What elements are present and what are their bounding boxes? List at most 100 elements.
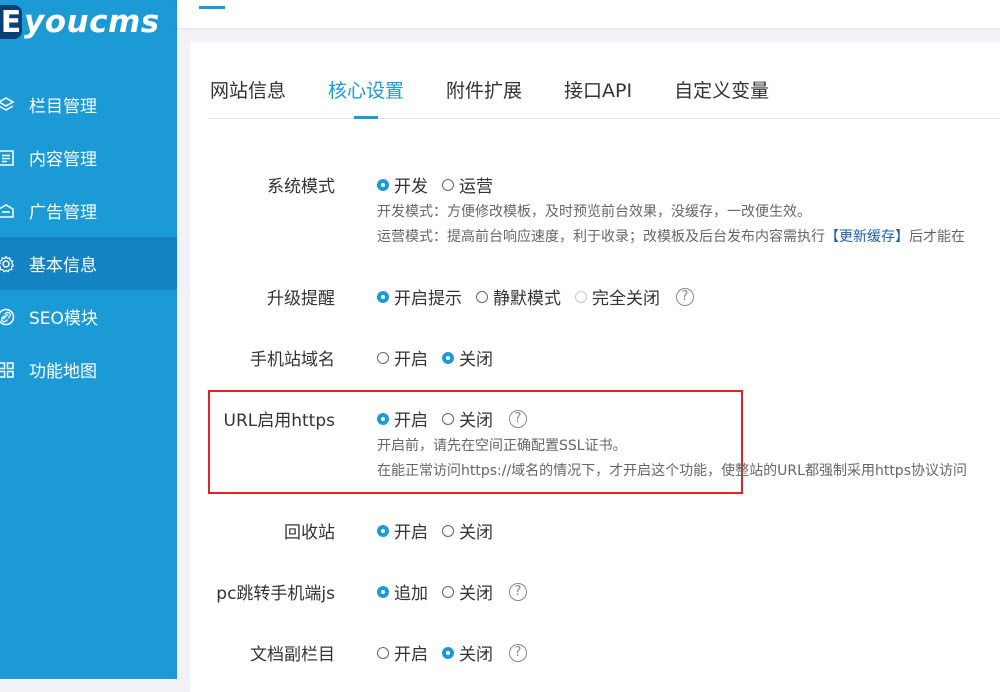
radio-unchecked[interactable] — [377, 646, 389, 659]
option-label: 开启提示 — [394, 289, 462, 309]
menu-toggle-icon[interactable] — [199, 6, 225, 9]
sidebar-item-label: 功能地图 — [29, 362, 97, 382]
settings-tabs: 网站信息 核心设置 附件扩展 接口API 自定义变量 — [208, 76, 1000, 119]
tab-core-settings[interactable]: 核心设置 — [326, 76, 406, 119]
system-mode-dev-option[interactable]: 开发 — [377, 172, 428, 197]
radio-unchecked[interactable] — [442, 178, 454, 191]
option-label: 关闭 — [459, 584, 493, 604]
setting-label: pc跳转手机端js — [216, 584, 335, 604]
url-https-on-option[interactable]: 开启 — [377, 406, 428, 431]
radio-checked[interactable] — [377, 178, 389, 191]
url-https-off-option[interactable]: 关闭 — [442, 406, 493, 431]
system-mode-hint-ops: 运营模式：提高前台响应速度，利于收录；改模板及后台发布内容需执行【更新缓存】后才… — [377, 226, 965, 246]
update-cache-link[interactable]: 【更新缓存】 — [825, 229, 909, 245]
upgrade-notice-prompt-option[interactable]: 开启提示 — [377, 284, 462, 309]
logo-text: youcms — [24, 4, 160, 40]
sidebar-item-content[interactable]: 内容管理 — [0, 131, 177, 184]
help-icon[interactable]: ? — [509, 643, 527, 662]
system-mode-hint-dev: 开发模式：方便修改模板，及时预览前台效果，没缓存，一改便生效。 — [377, 204, 811, 220]
hint-text: 运营模式：提高前台响应速度，利于收录；改模板及后台发布内容需执行 — [377, 229, 825, 245]
option-label: 完全关闭 — [592, 289, 660, 309]
option-label: 关闭 — [459, 523, 493, 543]
option-label: 开启 — [394, 645, 428, 665]
pc-redirect-off-option[interactable]: 关闭 — [442, 579, 493, 604]
sidebar-item-columns[interactable]: 栏目管理 — [0, 78, 177, 131]
radio-unchecked[interactable] — [442, 412, 454, 425]
upgrade-notice-off-option: 完全关闭 — [575, 284, 660, 309]
hint-text: 后才能在 — [909, 229, 965, 245]
option-label: 运营 — [459, 177, 493, 197]
system-mode-ops-option[interactable]: 运营 — [442, 172, 493, 197]
radio-checked[interactable] — [442, 351, 454, 364]
setting-label: 回收站 — [284, 523, 335, 543]
upgrade-notice-radio-group: 开启提示 静默模式 完全关闭 ? — [377, 284, 694, 309]
radio-checked[interactable] — [377, 290, 389, 303]
sidebar-item-seo[interactable]: SEO模块 — [0, 290, 177, 343]
option-label: 关闭 — [459, 411, 493, 431]
sidebar: E youcms 栏目管理 内容管理 广告管理 基本信息 SEO模块 功能地图 — [0, 0, 177, 679]
url-https-hint-ssl: 开启前，请先在空间正确配置SSL证书。 — [377, 438, 627, 454]
sidebar-item-basic-info[interactable]: 基本信息 — [0, 237, 177, 290]
mobile-domain-on-option[interactable]: 开启 — [377, 345, 428, 370]
layers-icon — [0, 95, 16, 115]
url-https-radio-group: 开启 关闭 ? — [377, 406, 527, 431]
radio-unchecked[interactable] — [442, 524, 454, 537]
url-https-hint-domain: 在能正常访问https://域名的情况下，才开启这个功能，使整站的URL都强制采… — [377, 463, 967, 479]
sidebar-item-label: 基本信息 — [29, 256, 97, 276]
radio-disabled — [575, 290, 587, 303]
doc-sub-column-off-option[interactable]: 关闭 — [442, 640, 493, 665]
option-label: 开启 — [394, 523, 428, 543]
grid-icon — [0, 360, 16, 380]
option-label: 静默模式 — [493, 289, 561, 309]
sidebar-item-label: 广告管理 — [29, 203, 97, 223]
recycle-bin-radio-group: 开启 关闭 — [377, 518, 507, 543]
pc-redirect-append-option[interactable]: 追加 — [377, 579, 428, 604]
tab-api[interactable]: 接口API — [562, 76, 634, 118]
radio-unchecked[interactable] — [377, 351, 389, 364]
option-label: 关闭 — [459, 350, 493, 370]
help-icon[interactable]: ? — [509, 582, 527, 601]
setting-label: URL启用https — [223, 411, 335, 431]
radio-checked[interactable] — [377, 585, 389, 598]
radio-unchecked[interactable] — [442, 585, 454, 598]
mobile-domain-off-option[interactable]: 关闭 — [442, 345, 493, 370]
logo-mark: E — [0, 4, 22, 40]
sidebar-item-label: 内容管理 — [29, 150, 97, 170]
option-label: 开启 — [394, 350, 428, 370]
radio-checked[interactable] — [377, 412, 389, 425]
logo[interactable]: E youcms — [0, 2, 160, 42]
radio-unchecked[interactable] — [476, 290, 488, 303]
top-header — [177, 0, 1000, 28]
setting-label: 手机站域名 — [250, 350, 335, 370]
pc-redirect-radio-group: 追加 关闭 ? — [377, 579, 527, 604]
gear-icon — [0, 254, 16, 274]
tab-site-info[interactable]: 网站信息 — [208, 76, 288, 118]
upgrade-notice-silent-option[interactable]: 静默模式 — [476, 284, 561, 309]
radio-checked[interactable] — [377, 524, 389, 537]
sidebar-item-label: SEO模块 — [29, 309, 98, 329]
settings-panel: 网站信息 核心设置 附件扩展 接口API 自定义变量 系统模式 开发 运营 开发… — [190, 42, 1000, 692]
setting-label: 系统模式 — [267, 177, 335, 197]
sidebar-menu: 栏目管理 内容管理 广告管理 基本信息 SEO模块 功能地图 — [0, 78, 177, 396]
help-icon[interactable]: ? — [509, 409, 527, 428]
megaphone-icon — [0, 201, 16, 221]
setting-label: 升级提醒 — [267, 289, 335, 309]
recycle-bin-on-option[interactable]: 开启 — [377, 518, 428, 543]
option-label: 关闭 — [459, 645, 493, 665]
tab-attachment-extension[interactable]: 附件扩展 — [444, 76, 524, 118]
help-icon[interactable]: ? — [676, 287, 694, 306]
tab-custom-variables[interactable]: 自定义变量 — [672, 76, 771, 118]
option-label: 开启 — [394, 411, 428, 431]
doc-sub-column-on-option[interactable]: 开启 — [377, 640, 428, 665]
recycle-bin-off-option[interactable]: 关闭 — [442, 518, 493, 543]
sidebar-item-label: 栏目管理 — [29, 97, 97, 117]
option-label: 追加 — [394, 584, 428, 604]
option-label: 开发 — [394, 177, 428, 197]
system-mode-radio-group: 开发 运营 — [377, 172, 507, 197]
sidebar-item-ads[interactable]: 广告管理 — [0, 184, 177, 237]
sidebar-item-feature-map[interactable]: 功能地图 — [0, 343, 177, 396]
radio-checked[interactable] — [442, 646, 454, 659]
doc-sub-column-radio-group: 开启 关闭 ? — [377, 640, 527, 665]
setting-label: 文档副栏目 — [250, 645, 335, 665]
document-list-icon — [0, 148, 16, 168]
